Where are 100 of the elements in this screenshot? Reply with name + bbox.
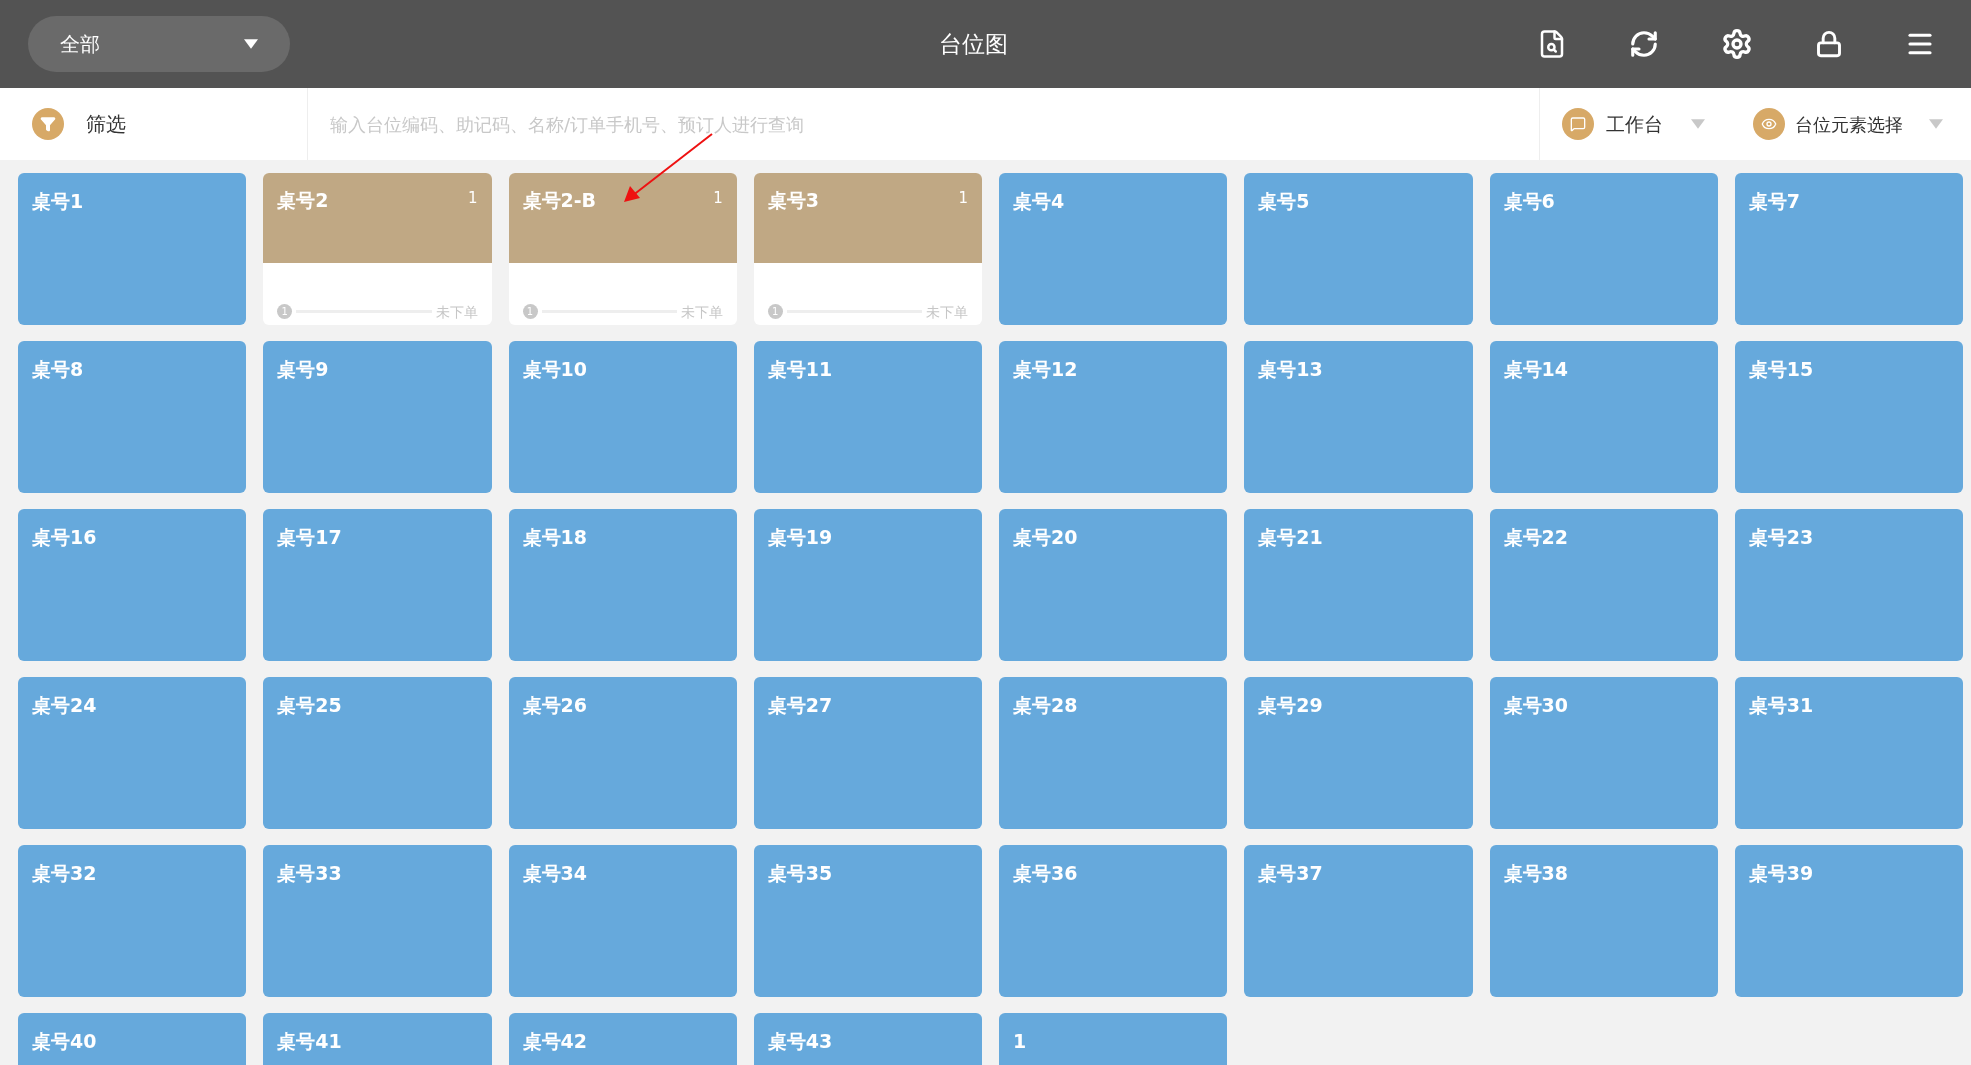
- table-name: 桌号37: [1258, 862, 1323, 884]
- table-card[interactable]: 桌号9: [263, 341, 492, 493]
- table-card[interactable]: 桌号42: [508, 1013, 737, 1065]
- chat-icon: [1562, 108, 1594, 140]
- table-name: 桌号22: [1503, 526, 1568, 548]
- table-card[interactable]: 桌号17: [263, 509, 492, 661]
- table-card[interactable]: 桌号4: [999, 173, 1228, 325]
- table-card[interactable]: 桌号27: [753, 677, 982, 829]
- lock-icon[interactable]: [1815, 29, 1843, 59]
- table-card[interactable]: 桌号22: [1489, 509, 1718, 661]
- table-card[interactable]: 桌号15: [1734, 341, 1963, 493]
- guest-count: 1: [958, 191, 968, 206]
- table-card[interactable]: 桌号24: [18, 677, 247, 829]
- table-card[interactable]: 桌号41: [263, 1013, 492, 1065]
- table-card[interactable]: 桌号38: [1489, 845, 1718, 997]
- table-name: 桌号9: [277, 358, 329, 380]
- table-name: 桌号17: [277, 526, 342, 548]
- table-card[interactable]: 桌号26: [508, 677, 737, 829]
- table-card[interactable]: 桌号43: [753, 1013, 982, 1065]
- table-name: 桌号8: [32, 358, 84, 380]
- table-name: 桌号26: [522, 694, 587, 716]
- table-name: 桌号21: [1258, 526, 1323, 548]
- table-name: 桌号5: [1258, 190, 1310, 212]
- filter-button[interactable]: 筛选: [0, 88, 308, 160]
- table-name: 桌号23: [1748, 526, 1814, 548]
- table-name: 桌号42: [522, 1030, 587, 1052]
- table-name: 桌号18: [522, 526, 587, 548]
- settings-icon[interactable]: [1721, 28, 1753, 60]
- table-card[interactable]: 桌号10: [508, 341, 737, 493]
- table-card[interactable]: 桌号11: [753, 341, 982, 493]
- element-select[interactable]: 台位元素选择: [1735, 88, 1971, 160]
- table-name: 桌号13: [1258, 358, 1323, 380]
- table-card[interactable]: 桌号32: [18, 845, 247, 997]
- table-name: 桌号2-B: [522, 191, 597, 210]
- dropdown-icon: [1929, 119, 1943, 129]
- table-name: 桌号6: [1503, 190, 1555, 212]
- table-name: 桌号31: [1748, 694, 1814, 716]
- table-name: 桌号28: [1013, 694, 1078, 716]
- table-card[interactable]: 桌号33: [263, 845, 492, 997]
- table-name: 桌号2: [277, 191, 329, 210]
- table-name: 桌号3: [767, 191, 819, 210]
- table-card[interactable]: 桌号34: [508, 845, 737, 997]
- table-card[interactable]: 桌号36: [999, 845, 1228, 997]
- table-name: 桌号39: [1748, 862, 1814, 884]
- guest-count: 1: [713, 191, 723, 206]
- refresh-icon[interactable]: [1629, 29, 1659, 59]
- table-name: 桌号12: [1013, 358, 1078, 380]
- table-name: 桌号15: [1748, 358, 1814, 380]
- table-card[interactable]: 桌号29: [1244, 677, 1473, 829]
- table-card[interactable]: 桌号39: [1734, 845, 1963, 997]
- table-name: 桌号20: [1013, 526, 1078, 548]
- table-name: 桌号40: [32, 1030, 97, 1052]
- table-card[interactable]: 桌号5: [1244, 173, 1473, 325]
- table-card[interactable]: 桌号40: [18, 1013, 247, 1065]
- filter-icon: [32, 108, 64, 140]
- table-name: 桌号14: [1503, 358, 1568, 380]
- page-title: 台位图: [939, 29, 1008, 59]
- table-card[interactable]: 桌号21: [1244, 509, 1473, 661]
- dropdown-icon: [244, 39, 258, 49]
- table-name: 桌号27: [767, 694, 833, 716]
- table-name: 桌号34: [522, 862, 587, 884]
- table-name: 桌号4: [1013, 190, 1065, 212]
- table-name: 桌号33: [277, 862, 342, 884]
- table-card[interactable]: 桌号25: [263, 677, 492, 829]
- table-card[interactable]: 桌号28: [999, 677, 1228, 829]
- dropdown-icon: [1691, 119, 1705, 129]
- table-name: 桌号38: [1503, 862, 1568, 884]
- table-card[interactable]: 桌号14: [1489, 341, 1718, 493]
- table-name: 桌号7: [1748, 190, 1800, 212]
- eye-icon: [1753, 108, 1785, 140]
- table-card[interactable]: 桌号6: [1489, 173, 1718, 325]
- table-name: 桌号10: [522, 358, 587, 380]
- table-name: 桌号29: [1258, 694, 1323, 716]
- area-select[interactable]: 全部: [28, 16, 290, 72]
- table-card[interactable]: 桌号1: [18, 173, 247, 325]
- table-card[interactable]: 桌号12: [999, 341, 1228, 493]
- table-name: 桌号41: [277, 1030, 342, 1052]
- table-card[interactable]: 桌号16: [18, 509, 247, 661]
- table-card[interactable]: 桌号20: [999, 509, 1228, 661]
- table-card[interactable]: 桌号35: [753, 845, 982, 997]
- table-name: 桌号1: [32, 190, 84, 212]
- table-card[interactable]: 桌号31: [1734, 677, 1963, 829]
- table-name: 桌号30: [1503, 694, 1568, 716]
- table-card[interactable]: 桌号19: [753, 509, 982, 661]
- table-name: 1: [1013, 1030, 1027, 1052]
- table-name: 桌号35: [767, 862, 833, 884]
- table-card[interactable]: 桌号23: [1734, 509, 1963, 661]
- table-name: 桌号32: [32, 862, 97, 884]
- workbench-select[interactable]: 工作台: [1539, 88, 1735, 160]
- table-card[interactable]: 桌号13: [1244, 341, 1473, 493]
- table-name: 桌号11: [767, 358, 833, 380]
- table-card[interactable]: 桌号18: [508, 509, 737, 661]
- table-card[interactable]: 桌号7: [1734, 173, 1963, 325]
- table-card[interactable]: 桌号30: [1489, 677, 1718, 829]
- table-card[interactable]: 桌号8: [18, 341, 247, 493]
- table-card[interactable]: 桌号37: [1244, 845, 1473, 997]
- table-name: 桌号36: [1013, 862, 1078, 884]
- table-name: 桌号25: [277, 694, 342, 716]
- table-card[interactable]: 1: [999, 1013, 1228, 1065]
- table-name: 桌号19: [767, 526, 833, 548]
